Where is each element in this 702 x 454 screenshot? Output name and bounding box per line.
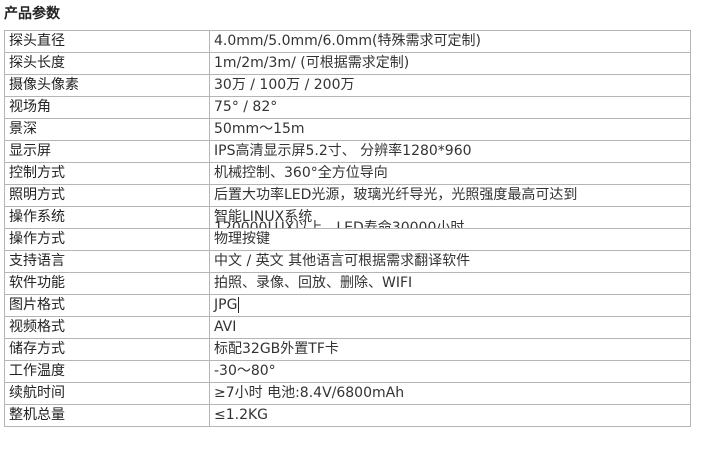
table-row: 视频格式 AVI — [4, 316, 691, 339]
row-value: 物理按键 — [209, 228, 691, 251]
row-value-cell: 智能LINUX系统 120000LUX以上，LED寿命30000小时 — [209, 206, 691, 229]
table-row: 储存方式 标配32GB外置TF卡 — [4, 338, 691, 361]
table-row: 控制方式 机械控制、360°全方位导向 — [4, 162, 691, 185]
table-row: 软件功能 拍照、录像、回放、删除、WIFI — [4, 272, 691, 295]
row-label: 整机总量 — [4, 404, 210, 427]
row-label: 软件功能 — [4, 272, 210, 295]
row-label: 续航时间 — [4, 382, 210, 405]
row-label: 照明方式 — [4, 184, 210, 207]
row-value: AVI — [209, 316, 691, 339]
row-value: 标配32GB外置TF卡 — [209, 338, 691, 361]
spec-table: 探头直径 4.0mm/5.0mm/6.0mm(特殊需求可定制) 探头长度 1m/… — [4, 30, 691, 427]
row-label: 支持语言 — [4, 250, 210, 273]
table-row: 操作系统 智能LINUX系统 120000LUX以上，LED寿命30000小时 — [4, 206, 691, 229]
row-value: 4.0mm/5.0mm/6.0mm(特殊需求可定制) — [209, 30, 691, 53]
section-title: 产品参数 — [4, 6, 60, 22]
row-label: 显示屏 — [4, 140, 210, 163]
table-row: 摄像头像素 30万 / 100万 / 200万 — [4, 74, 691, 97]
row-value: -30～80° — [209, 360, 691, 383]
table-row: 照明方式 后置大功率LED光源，玻璃光纤导光，光照强度最高可达到 — [4, 184, 691, 207]
row-value: 30万 / 100万 / 200万 — [209, 74, 691, 97]
row-value: 1m/2m/3m/ (可根据需求定制) — [209, 52, 691, 75]
table-row: 景深 50mm～15m — [4, 118, 691, 141]
row-label: 探头直径 — [4, 30, 210, 53]
table-row: 操作方式 物理按键 — [4, 228, 691, 251]
table-row: 支持语言 中文 / 英文 其他语言可根据需求翻译软件 — [4, 250, 691, 273]
row-label: 储存方式 — [4, 338, 210, 361]
row-label: 控制方式 — [4, 162, 210, 185]
table-row: 探头长度 1m/2m/3m/ (可根据需求定制) — [4, 52, 691, 75]
table-row: 显示屏 IPS高清显示屏5.2寸、 分辨率1280*960 — [4, 140, 691, 163]
table-row: 续航时间 ≥7小时 电池:8.4V/6800mAh — [4, 382, 691, 405]
table-row: 工作温度 -30～80° — [4, 360, 691, 383]
row-label: 操作方式 — [4, 228, 210, 251]
row-value: ≥7小时 电池:8.4V/6800mAh — [209, 382, 691, 405]
row-value-overflow: 120000LUX以上，LED寿命30000小时 — [214, 220, 465, 229]
text-cursor — [238, 297, 240, 313]
row-label: 视频格式 — [4, 316, 210, 339]
row-label: 操作系统 — [4, 206, 210, 229]
row-label: 探头长度 — [4, 52, 210, 75]
table-row: 图片格式 JPG — [4, 294, 691, 317]
row-label: 景深 — [4, 118, 210, 141]
row-value: 拍照、录像、回放、删除、WIFI — [209, 272, 691, 295]
row-value: 后置大功率LED光源，玻璃光纤导光，光照强度最高可达到 — [209, 184, 691, 207]
row-value: 机械控制、360°全方位导向 — [209, 162, 691, 185]
row-label: 摄像头像素 — [4, 74, 210, 97]
table-row: 视场角 75° / 82° — [4, 96, 691, 119]
row-value: 中文 / 英文 其他语言可根据需求翻译软件 — [209, 250, 691, 273]
row-value: JPG — [214, 297, 238, 313]
row-label: 图片格式 — [4, 294, 210, 317]
row-value: IPS高清显示屏5.2寸、 分辨率1280*960 — [209, 140, 691, 163]
table-row: 探头直径 4.0mm/5.0mm/6.0mm(特殊需求可定制) — [4, 30, 691, 53]
row-label: 视场角 — [4, 96, 210, 119]
row-value: 75° / 82° — [209, 96, 691, 119]
row-value: ≤1.2KG — [209, 404, 691, 427]
row-value: 50mm～15m — [209, 118, 691, 141]
row-label: 工作温度 — [4, 360, 210, 383]
row-value-cell[interactable]: JPG — [209, 294, 691, 317]
table-row: 整机总量 ≤1.2KG — [4, 404, 691, 427]
